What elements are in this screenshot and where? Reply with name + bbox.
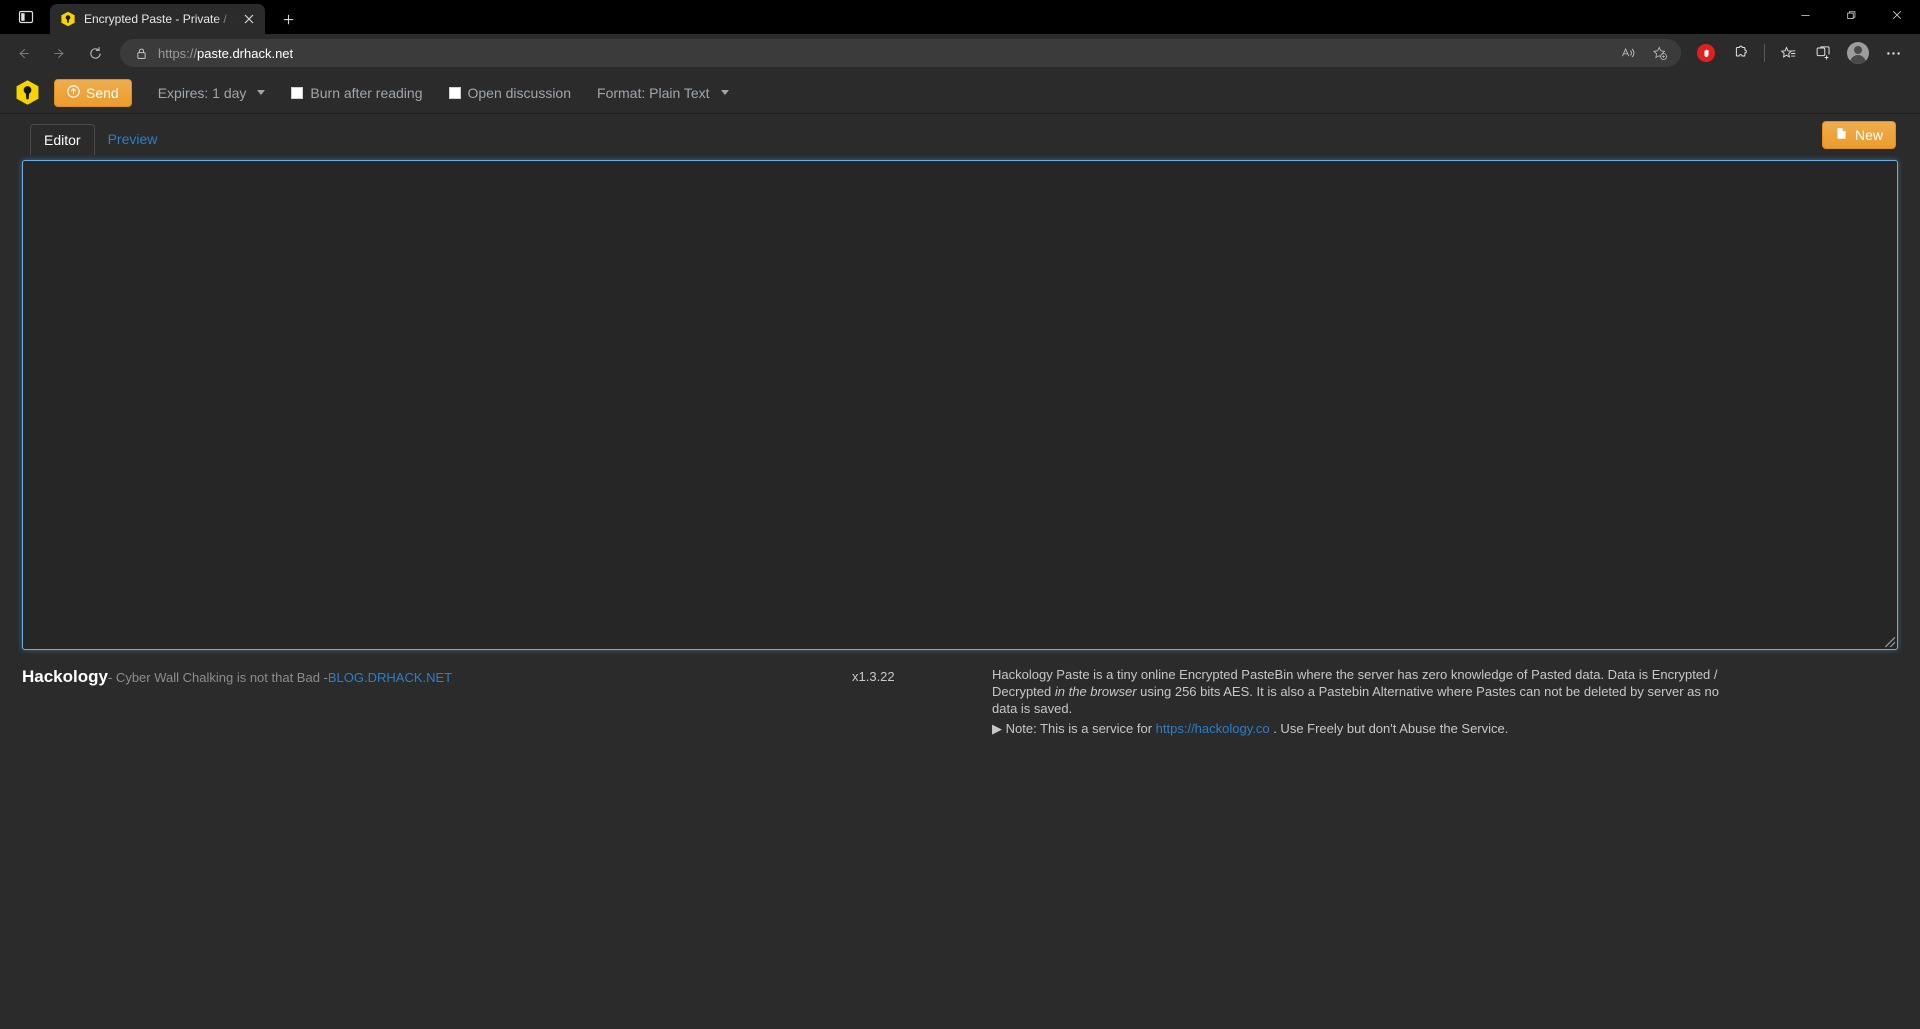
navigation-bar: https://paste.drhack.net <box>0 34 1920 72</box>
send-button[interactable]: Send <box>54 78 132 107</box>
note-prefix: Note: This is a service for <box>1002 721 1156 737</box>
new-paste-button[interactable]: New <box>1821 121 1896 149</box>
toolbar-divider <box>1764 44 1765 62</box>
paste-textarea[interactable] <box>22 160 1898 650</box>
reload-icon[interactable] <box>78 38 112 68</box>
checkbox-discussion[interactable] <box>448 86 461 99</box>
read-aloud-icon[interactable] <box>1613 40 1643 66</box>
adblock-hand-icon[interactable] <box>1689 38 1723 68</box>
note-suffix: . Use Freely but don't Abuse the Service… <box>1269 721 1509 737</box>
address-bar[interactable]: https://paste.drhack.net <box>120 39 1681 67</box>
resize-grip-icon[interactable] <box>1885 637 1895 647</box>
split-screen-icon[interactable] <box>1806 38 1840 68</box>
new-tab-button[interactable] <box>273 4 303 34</box>
open-discussion-label: Open discussion <box>467 84 572 101</box>
window-controls <box>1782 0 1920 34</box>
expires-label: Expires: 1 day <box>157 84 247 101</box>
browser-toolbar-right <box>1689 38 1914 68</box>
footer-note: ▶ Note: This is a service for https://ha… <box>992 720 1732 737</box>
more-options-icon[interactable] <box>1876 38 1910 68</box>
footer-version: x1.3.22 <box>852 669 895 684</box>
new-document-icon <box>1835 126 1848 144</box>
footer-branding: Hackology - Cyber Wall Chalking is not t… <box>22 666 852 688</box>
app-toolbar: Send Expires: 1 day Burn after reading O… <box>0 72 1920 114</box>
open-discussion-checkbox[interactable]: Open discussion <box>448 84 572 101</box>
burn-after-reading-checkbox[interactable]: Burn after reading <box>291 84 423 101</box>
arrow-left-icon[interactable] <box>6 38 40 68</box>
address-bar-url: https://paste.drhack.net <box>158 46 293 61</box>
description-italic: in the browser <box>1054 684 1137 700</box>
page-content: Send Expires: 1 day Burn after reading O… <box>0 72 1920 1027</box>
footer-brand: Hackology <box>22 667 108 686</box>
tab-title: Encrypted Paste - Private / Secur <box>84 12 233 26</box>
extensions-puzzle-icon[interactable] <box>1724 38 1758 68</box>
expires-dropdown[interactable]: Expires: 1 day <box>158 85 266 101</box>
lock-icon <box>130 47 152 60</box>
format-label: Format: Plain Text <box>597 84 710 101</box>
caret-down-icon <box>257 90 266 95</box>
send-button-label: Send <box>86 84 119 101</box>
collections-star-icon[interactable] <box>1771 38 1805 68</box>
browser-tab[interactable]: Encrypted Paste - Private / Secur <box>50 4 265 34</box>
triangle-bullet-icon: ▶ <box>992 721 1002 737</box>
tab-search-icon[interactable] <box>6 0 46 34</box>
note-hackology-link[interactable]: https://hackology.co <box>1156 721 1270 736</box>
maximize-button[interactable] <box>1828 0 1874 30</box>
editor-tabs: Editor Preview New <box>0 114 1920 160</box>
profile-avatar-icon[interactable] <box>1841 38 1875 68</box>
arrow-right-icon[interactable] <box>42 38 76 68</box>
add-favorite-star-icon[interactable] <box>1645 40 1675 66</box>
footer-blog-link[interactable]: BLOG.DRHACK.NET <box>328 670 452 687</box>
footer-tagline: - Cyber Wall Chalking is not that Bad - <box>107 670 328 685</box>
format-dropdown[interactable]: Format: Plain Text <box>597 85 729 101</box>
hackology-hexagon-lock-icon[interactable] <box>10 76 44 110</box>
browser-chrome: Encrypted Paste - Private / Secur <box>0 0 1920 72</box>
new-paste-button-label: New <box>1854 127 1883 143</box>
footer-description-text: Hackology Paste is a tiny online Encrypt… <box>992 666 1732 717</box>
page-footer: Hackology - Cyber Wall Chalking is not t… <box>0 650 1920 738</box>
minimize-button[interactable] <box>1782 0 1828 30</box>
upload-circle-icon <box>67 84 80 101</box>
caret-down-icon <box>720 90 729 95</box>
yellow-hexagon-keyhole-icon <box>60 11 76 27</box>
close-icon[interactable] <box>241 11 257 27</box>
checkbox-burn[interactable] <box>291 86 304 99</box>
tab-preview[interactable]: Preview <box>95 124 171 154</box>
url-scheme: https:// <box>158 45 198 61</box>
url-host: paste.drhack.net <box>197 45 294 61</box>
tab-strip: Encrypted Paste - Private / Secur <box>0 0 1920 34</box>
footer-description: Hackology Paste is a tiny online Encrypt… <box>992 666 1732 738</box>
close-button[interactable] <box>1874 0 1920 30</box>
burn-after-reading-label: Burn after reading <box>310 84 423 101</box>
editor-area <box>0 160 1920 650</box>
tab-editor[interactable]: Editor <box>30 124 95 155</box>
avatar <box>1847 42 1869 64</box>
address-bar-actions <box>1613 40 1675 66</box>
